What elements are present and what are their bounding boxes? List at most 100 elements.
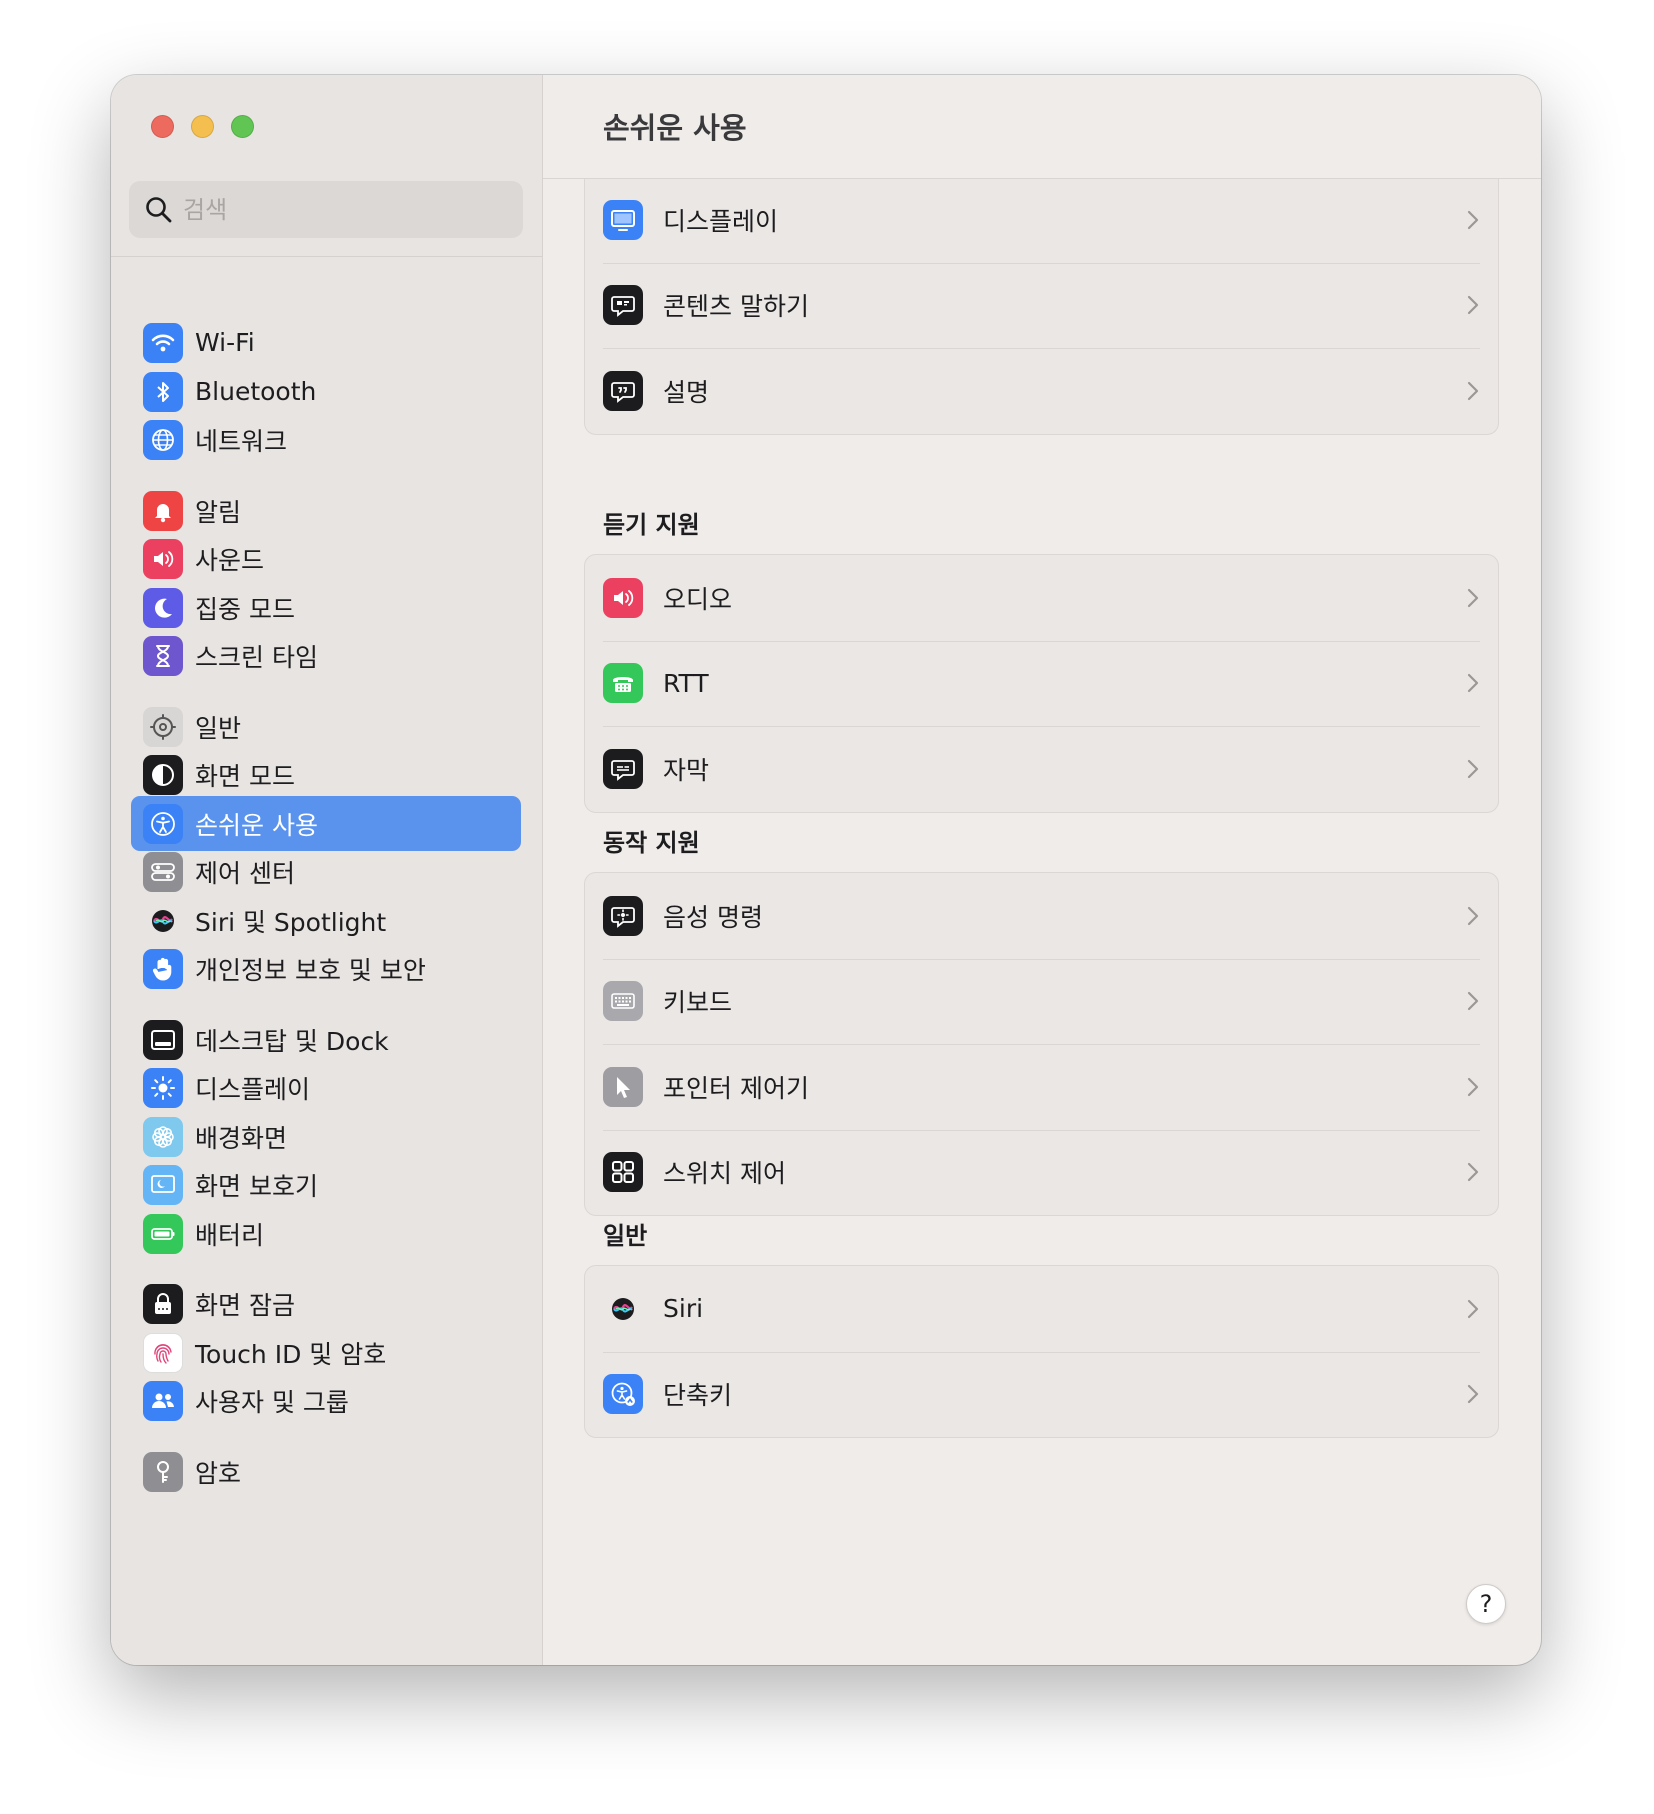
sidebar-item-label: 알림: [195, 497, 242, 527]
search-input[interactable]: [183, 195, 483, 224]
settings-row[interactable]: Siri: [585, 1266, 1498, 1352]
lock-icon: [143, 1283, 183, 1324]
sidebar-divider: [111, 256, 542, 257]
sidebar-item[interactable]: 네트워크: [131, 412, 521, 467]
users-icon: [143, 1380, 183, 1421]
settings-content: ? 디스플레이 콘텐츠 말하기 설명 듣기 지원 오디오 RTT 자막 동작 지원 음성 명령 키…: [543, 179, 1541, 1665]
sidebar-item-label: 손쉬운 사용: [195, 810, 318, 840]
sidebar-item[interactable]: 화면 보호기: [131, 1157, 521, 1212]
chevron-right-icon: [1467, 906, 1479, 925]
sidebar-item[interactable]: 화면 모드: [131, 747, 521, 802]
sidebar-item[interactable]: 배터리: [131, 1206, 521, 1261]
help-button[interactable]: ?: [1466, 1584, 1506, 1624]
settings-row-label: 오디오: [663, 584, 733, 614]
sidebar-item[interactable]: 손쉬운 사용: [131, 796, 521, 851]
settings-row-label: 콘텐츠 말하기: [663, 292, 809, 322]
sidebar-item-label: 집중 모드: [195, 594, 295, 624]
sidebar-item[interactable]: 알림: [131, 483, 521, 538]
siri-icon: [603, 1289, 643, 1329]
gear-icon: [143, 706, 183, 747]
sidebar-item[interactable]: 배경화면: [131, 1109, 521, 1164]
sidebar-item-label: 화면 모드: [195, 761, 295, 791]
sidebar-item-label: Touch ID 및 암호: [195, 1339, 387, 1369]
screensaver-icon: [143, 1164, 183, 1205]
fingerprint-icon: [143, 1332, 183, 1373]
keyboard-icon: [603, 981, 643, 1022]
settings-row[interactable]: 포인터 제어기: [585, 1044, 1498, 1130]
sidebar-item[interactable]: 디스플레이: [131, 1060, 521, 1115]
sidebar-item-label: 화면 잠금: [195, 1290, 295, 1320]
close-button[interactable]: [151, 115, 174, 138]
title-bar: 손쉬운 사용: [543, 75, 1541, 179]
sidebar: Wi-Fi Bluetooth 네트워크알림사운드집중 모드스크린 타임일반화면 모…: [111, 75, 543, 1665]
wifi-icon: [143, 322, 183, 363]
settings-row[interactable]: 오디오: [585, 555, 1498, 641]
pointer-icon: [603, 1066, 643, 1107]
quote-bubble-icon: [603, 370, 643, 411]
sidebar-item[interactable]: 암호: [131, 1444, 521, 1499]
sidebar-item-label: 배터리: [195, 1220, 265, 1250]
moon-icon: [143, 587, 183, 628]
sidebar-item[interactable]: 스크린 타임: [131, 628, 521, 683]
key-icon: [143, 1451, 183, 1492]
settings-row-label: 스위치 제어: [663, 1159, 786, 1189]
sidebar-item[interactable]: Siri 및 Spotlight: [131, 893, 521, 948]
chevron-right-icon: [1467, 588, 1479, 607]
sidebar-item[interactable]: 사용자 및 그룹: [131, 1373, 521, 1428]
chevron-right-icon: [1467, 296, 1479, 315]
sidebar-item-label: 제어 센터: [195, 858, 295, 888]
chevron-right-icon: [1467, 1163, 1479, 1182]
siri-icon: [143, 901, 183, 941]
chevron-right-icon: [1467, 674, 1479, 693]
settings-group: 디스플레이콘텐츠 말하기설명: [584, 179, 1499, 435]
settings-row-label: 단축키: [663, 1381, 733, 1411]
sidebar-item[interactable]: Wi-Fi: [131, 315, 521, 370]
settings-row-label: 포인터 제어기: [663, 1073, 809, 1103]
settings-row[interactable]: 설명: [585, 348, 1498, 434]
settings-row[interactable]: 자막: [585, 726, 1498, 812]
voice-control-icon: [603, 895, 643, 936]
sidebar-item[interactable]: Bluetooth: [131, 364, 521, 419]
sidebar-item-label: 스크린 타임: [195, 642, 318, 672]
tty-icon: [603, 663, 643, 704]
sidebar-item[interactable]: 개인정보 보호 및 보안: [131, 941, 521, 996]
settings-row[interactable]: 디스플레이: [585, 179, 1498, 263]
settings-row-label: 자막: [663, 755, 710, 785]
settings-group: 오디오 RTT 자막: [584, 554, 1499, 813]
minimize-button[interactable]: [191, 115, 214, 138]
settings-row[interactable]: 키보드: [585, 958, 1498, 1045]
sidebar-item-label: Bluetooth: [195, 377, 317, 406]
speaker-icon: [603, 577, 643, 618]
control-center-icon: [143, 851, 183, 892]
sidebar-item-label: Siri 및 Spotlight: [195, 907, 387, 937]
settings-row[interactable]: RTT: [585, 640, 1498, 727]
sidebar-item-label: Wi-Fi: [195, 328, 255, 357]
bluetooth-icon: [143, 371, 183, 412]
search-field[interactable]: [129, 181, 523, 238]
settings-row[interactable]: 스위치 제어: [585, 1129, 1498, 1216]
battery-icon: [143, 1213, 183, 1254]
chevron-right-icon: [1467, 381, 1479, 400]
settings-window: Wi-Fi Bluetooth 네트워크알림사운드집중 모드스크린 타임일반화면 모…: [111, 75, 1541, 1665]
settings-row[interactable]: 음성 명령: [585, 873, 1498, 959]
settings-row[interactable]: 콘텐츠 말하기: [585, 262, 1498, 349]
sidebar-item-label: 사운드: [195, 545, 265, 575]
globe-icon: [143, 419, 183, 460]
sidebar-item[interactable]: Touch ID 및 암호: [131, 1325, 521, 1380]
captions-icon: [603, 748, 643, 789]
search-icon: [146, 196, 172, 222]
settings-row[interactable]: 단축키: [585, 1351, 1498, 1438]
sidebar-item[interactable]: 사운드: [131, 531, 521, 586]
speaker-icon: [143, 538, 183, 579]
sidebar-item[interactable]: 데스크탑 및 Dock: [131, 1012, 521, 1067]
settings-row-label: 설명: [663, 377, 710, 407]
sidebar-item-label: 배경화면: [195, 1123, 288, 1153]
sidebar-item[interactable]: 화면 잠금: [131, 1276, 521, 1331]
zoom-button[interactable]: [231, 115, 254, 138]
sidebar-item-label: 일반: [195, 713, 242, 743]
hourglass-icon: [143, 635, 183, 676]
sidebar-item[interactable]: 집중 모드: [131, 580, 521, 635]
sidebar-item[interactable]: 일반: [131, 699, 521, 754]
settings-row-label: RTT: [663, 668, 709, 698]
sidebar-item[interactable]: 제어 센터: [131, 844, 521, 899]
